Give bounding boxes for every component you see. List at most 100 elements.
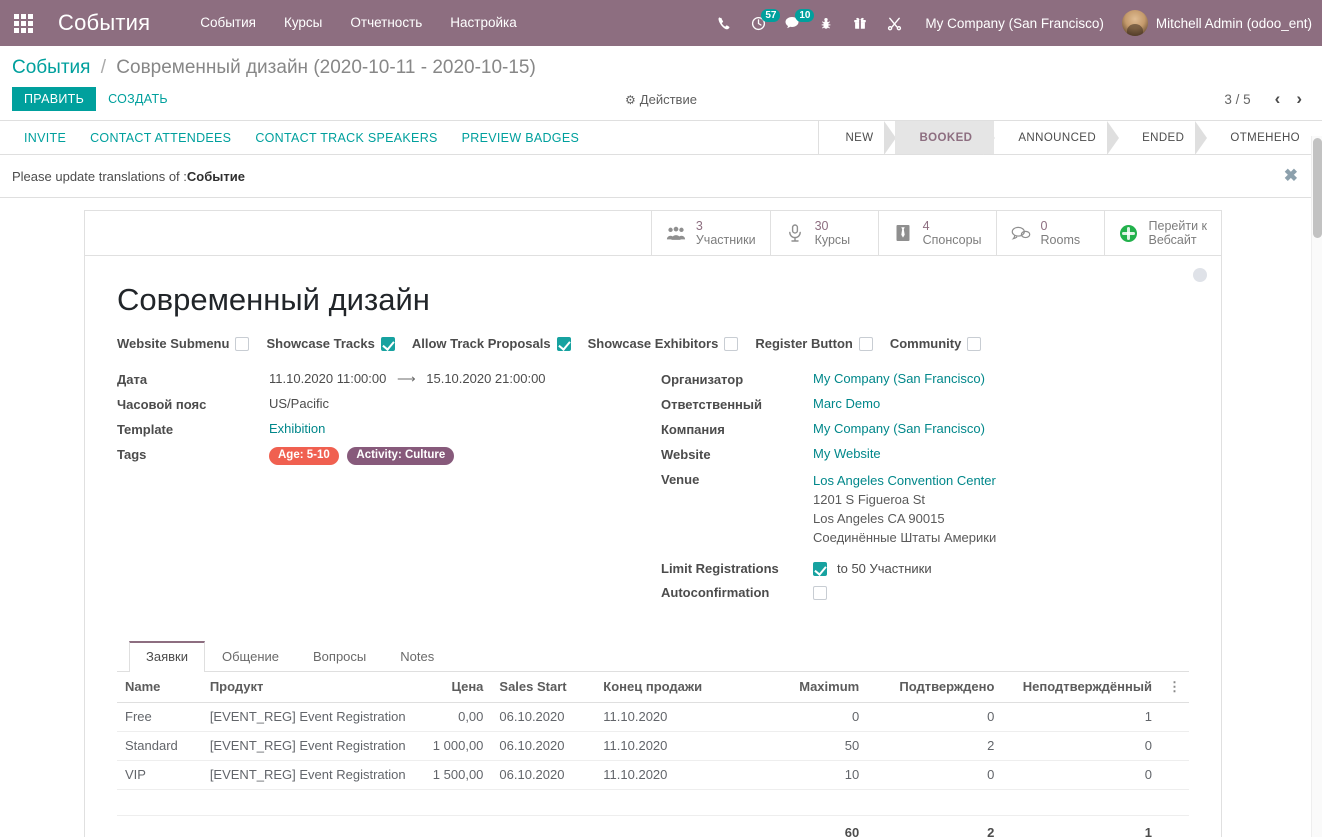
gift-icon[interactable] xyxy=(843,0,877,46)
stage-cancelled[interactable]: ОТМЕНЕНО xyxy=(1206,121,1322,154)
checkbox-website-submenu[interactable] xyxy=(235,337,249,351)
company-link[interactable]: My Company (San Francisco) xyxy=(813,421,985,436)
checkbox-limit-registrations[interactable] xyxy=(813,562,827,576)
pager-next-icon[interactable]: › xyxy=(1288,89,1310,109)
phone-icon[interactable] xyxy=(707,0,741,46)
checkbox-autoconfirmation[interactable] xyxy=(813,586,827,600)
label-website-submenu: Website Submenu xyxy=(117,336,229,351)
stat-value-rooms: 0 xyxy=(1041,219,1081,233)
field-website-submenu: Website Submenu xyxy=(117,336,249,351)
stage-announced[interactable]: ANNOUNCED xyxy=(994,121,1118,154)
stat-button-attendees[interactable]: 3 Участники xyxy=(651,211,770,255)
tab-questions[interactable]: Вопросы xyxy=(296,641,383,672)
website-link[interactable]: My Website xyxy=(813,446,881,461)
th-product[interactable]: Продукт xyxy=(202,672,414,703)
apps-menu-button[interactable] xyxy=(0,0,46,46)
cell-maximum: 10 xyxy=(765,761,868,790)
checkbox-showcase-exhibitors[interactable] xyxy=(724,337,738,351)
stat-button-tracks[interactable]: 30 Курсы xyxy=(770,211,878,255)
menu-item-reporting[interactable]: Отчетность xyxy=(336,0,436,46)
navbar-right-group: 57 10 My Company (San Francisco) Mitchel… xyxy=(707,0,1322,46)
th-sales-end[interactable]: Конец продажи xyxy=(595,672,764,703)
vertical-scrollbar[interactable] xyxy=(1311,136,1322,837)
preview-badges-button[interactable]: PREVIEW BADGES xyxy=(450,121,591,154)
translation-alert-model-link[interactable]: Событие xyxy=(187,169,245,184)
stat-button-sponsors[interactable]: 4 Спонсоры xyxy=(878,211,996,255)
field-date: Дата 11.10.2020 11:00:00 ⟶ 15.10.2020 21… xyxy=(117,371,653,387)
microphone-icon xyxy=(785,224,805,242)
template-link[interactable]: Exhibition xyxy=(269,421,325,436)
th-name[interactable]: Name xyxy=(117,672,202,703)
stat-button-rooms[interactable]: 0 Rooms xyxy=(996,211,1104,255)
tab-communication[interactable]: Общение xyxy=(205,641,296,672)
th-confirmed[interactable]: Подтверждено xyxy=(867,672,1002,703)
stage-ended[interactable]: ENDED xyxy=(1118,121,1206,154)
value-date: 11.10.2020 11:00:00 ⟶ 15.10.2020 21:00:0… xyxy=(269,371,546,387)
stat-label-go-to-website-line1: Перейти к xyxy=(1149,219,1207,233)
stat-button-go-to-website[interactable]: Перейти к Вебсайт xyxy=(1104,211,1221,255)
cell-sales-end: 11.10.2020 xyxy=(595,732,764,761)
control-panel-buttons: ПРАВИТЬ СОЗДАТЬ ⚙Действие 3 / 5 ‹ › xyxy=(12,86,1310,120)
field-columns: Дата 11.10.2020 11:00:00 ⟶ 15.10.2020 21… xyxy=(117,371,1189,609)
venue-city: Los Angeles CA 90015 xyxy=(813,509,996,528)
th-price[interactable]: Цена xyxy=(414,672,492,703)
scrollbar-thumb[interactable] xyxy=(1313,138,1322,238)
translation-alert: Please update translations of : Событие … xyxy=(0,155,1322,198)
action-menu-button[interactable]: ⚙Действие xyxy=(625,92,697,107)
table-row[interactable]: Free [EVENT_REG] Event Registration 0,00… xyxy=(117,703,1189,732)
stage-new[interactable]: NEW xyxy=(821,121,895,154)
action-menu-label: Действие xyxy=(640,92,697,107)
checkbox-register-button[interactable] xyxy=(859,337,873,351)
tag-activity[interactable]: Activity: Culture xyxy=(347,447,454,465)
object-buttons: INVITE CONTACT ATTENDEES CONTACT TRACK S… xyxy=(0,121,591,154)
cell-price: 1 500,00 xyxy=(414,761,492,790)
edit-button[interactable]: ПРАВИТЬ xyxy=(12,87,96,111)
checkbox-allow-track-proposals[interactable] xyxy=(557,337,571,351)
breadcrumb-root-link[interactable]: События xyxy=(12,57,90,78)
organizer-link[interactable]: My Company (San Francisco) xyxy=(813,371,985,386)
form-body: Современный дизайн Website Submenu Showc… xyxy=(85,256,1221,837)
th-optional-columns-toggle[interactable]: ⋮ xyxy=(1160,672,1189,703)
total-maximum: 60 xyxy=(765,816,868,837)
tab-notes[interactable]: Notes xyxy=(383,641,451,672)
th-maximum[interactable]: Maximum xyxy=(765,672,868,703)
bug-icon[interactable] xyxy=(809,0,843,46)
close-icon[interactable]: ✖ xyxy=(1284,166,1310,186)
user-menu[interactable]: Mitchell Admin (odoo_ent) xyxy=(1116,10,1312,36)
menu-item-courses[interactable]: Курсы xyxy=(270,0,336,46)
activity-clock-icon[interactable]: 57 xyxy=(741,0,775,46)
pager-previous-icon[interactable]: ‹ xyxy=(1267,89,1289,109)
table-row[interactable]: Standard [EVENT_REG] Event Registration … xyxy=(117,732,1189,761)
label-showcase-exhibitors: Showcase Exhibitors xyxy=(588,336,719,351)
table-row[interactable]: VIP [EVENT_REG] Event Registration 1 500… xyxy=(117,761,1189,790)
tab-tickets[interactable]: Заявки xyxy=(129,641,205,672)
value-venue: Los Angeles Convention Center 1201 S Fig… xyxy=(813,471,996,547)
table-header-row: Name Продукт Цена Sales Start Конец прод… xyxy=(117,672,1189,703)
create-button[interactable]: СОЗДАТЬ xyxy=(96,87,180,111)
stage-booked[interactable]: BOOKED xyxy=(895,121,994,154)
company-switcher[interactable]: My Company (San Francisco) xyxy=(911,16,1116,31)
cell-product: [EVENT_REG] Event Registration xyxy=(202,761,414,790)
checkbox-showcase-tracks[interactable] xyxy=(381,337,395,351)
th-sales-start[interactable]: Sales Start xyxy=(491,672,595,703)
contact-track-speakers-button[interactable]: CONTACT TRACK SPEAKERS xyxy=(243,121,449,154)
stat-value-sponsors: 4 xyxy=(923,219,982,233)
stat-label-tracks: Курсы xyxy=(815,233,851,247)
cell-sales-end: 11.10.2020 xyxy=(595,703,764,732)
tools-icon[interactable] xyxy=(877,0,911,46)
checkbox-community[interactable] xyxy=(967,337,981,351)
messages-icon[interactable]: 10 xyxy=(775,0,809,46)
contact-attendees-button[interactable]: CONTACT ATTENDEES xyxy=(78,121,243,154)
responsible-link[interactable]: Marc Demo xyxy=(813,396,880,411)
table-empty-row[interactable] xyxy=(117,790,1189,816)
field-venue: Venue Los Angeles Convention Center 1201… xyxy=(661,471,1189,547)
tag-age[interactable]: Age: 5-10 xyxy=(269,447,339,465)
label-limit-registrations: Limit Registrations xyxy=(661,561,813,576)
menu-item-events[interactable]: События xyxy=(186,0,270,46)
invite-button[interactable]: INVITE xyxy=(12,121,78,154)
menu-item-configuration[interactable]: Настройка xyxy=(436,0,530,46)
cell-product: [EVENT_REG] Event Registration xyxy=(202,703,414,732)
th-unconfirmed[interactable]: Неподтверждённый xyxy=(1002,672,1160,703)
venue-name-link[interactable]: Los Angeles Convention Center xyxy=(813,471,996,490)
field-website: Website My Website xyxy=(661,446,1189,462)
